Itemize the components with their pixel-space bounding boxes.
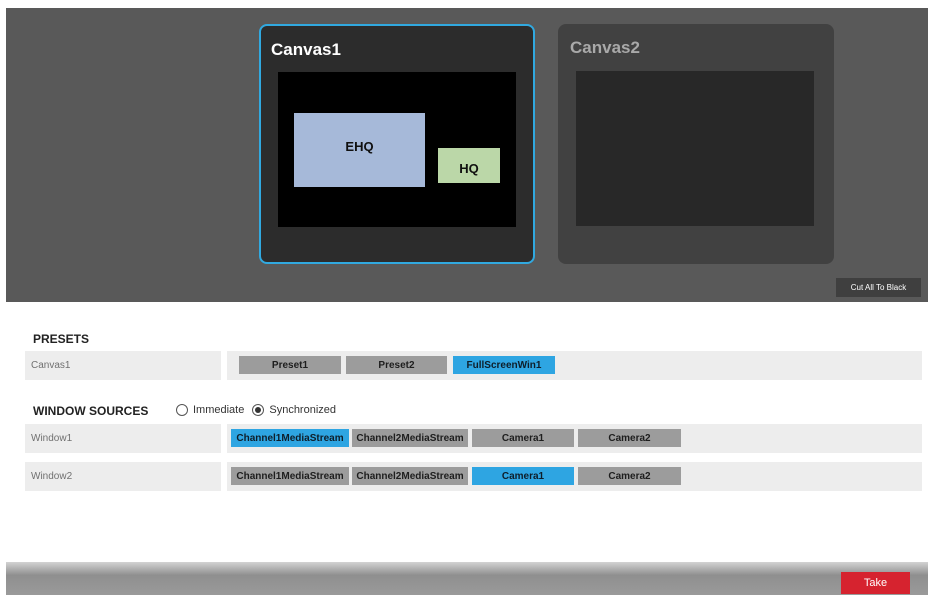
- canvas-title: Canvas1: [271, 40, 341, 59]
- source-button[interactable]: Camera1: [472, 429, 574, 447]
- window-ehq[interactable]: EHQ: [294, 113, 425, 187]
- radio-circle-icon[interactable]: [176, 404, 188, 416]
- window-hq[interactable]: HQ: [438, 148, 500, 183]
- cut-all-to-black-button[interactable]: Cut All To Black: [836, 278, 921, 297]
- canvas-card-1[interactable]: Canvas1 EHQ HQ: [259, 24, 535, 264]
- canvas-preview-area: Canvas1 EHQ HQ Canvas2 Cut All To Black: [6, 8, 928, 302]
- radio-checked-icon[interactable]: [252, 404, 265, 416]
- presets-heading: PRESETS: [33, 332, 90, 346]
- source-button[interactable]: Channel2MediaStream: [352, 467, 468, 485]
- source-button[interactable]: Camera2: [578, 429, 681, 447]
- source-button[interactable]: Channel2MediaStream: [352, 429, 468, 447]
- source-button[interactable]: Channel1MediaStream: [231, 467, 349, 485]
- canvas-title: Canvas2: [570, 38, 640, 57]
- preset-button-selected[interactable]: FullScreenWin1: [453, 356, 555, 374]
- take-button[interactable]: Take: [841, 572, 910, 594]
- window-label: EHQ: [345, 138, 374, 154]
- radio-synchronized[interactable]: Synchronized: [252, 404, 336, 416]
- source-button-selected[interactable]: Camera1: [472, 467, 574, 485]
- window1-sources-row: Channel1MediaStream Channel2MediaStream …: [227, 424, 922, 453]
- cut-all-label: Cut All To Black: [850, 283, 907, 292]
- presets-row: Preset1 Preset2 FullScreenWin1: [227, 351, 922, 380]
- window-label: HQ: [459, 161, 479, 176]
- presets-row-label: Canvas1: [25, 351, 221, 380]
- radio-label: Immediate: [193, 404, 245, 416]
- source-button[interactable]: Camera2: [578, 467, 681, 485]
- take-label: Take: [863, 577, 888, 589]
- preset-button[interactable]: Preset2: [346, 356, 447, 374]
- source-button-selected[interactable]: Channel1MediaStream: [231, 429, 349, 447]
- window-row-label: Window2: [25, 462, 221, 491]
- radio-label: Synchronized: [269, 404, 337, 416]
- canvas-card-2[interactable]: Canvas2: [558, 24, 834, 264]
- canvas-screen: EHQ HQ: [278, 72, 516, 227]
- radio-immediate[interactable]: Immediate: [176, 404, 244, 416]
- canvas-screen: [576, 71, 814, 226]
- preset-button[interactable]: Preset1: [239, 356, 341, 374]
- bottom-toolbar: Take: [6, 562, 928, 595]
- sync-mode-radio-group: Immediate Synchronized: [176, 404, 344, 416]
- app-frame: Canvas1 EHQ HQ Canvas2 Cut All To Black …: [6, 8, 928, 595]
- window2-sources-row: Channel1MediaStream Channel2MediaStream …: [227, 462, 922, 491]
- window-sources-heading: WINDOW SOURCES: [33, 404, 149, 418]
- window-row-label: Window1: [25, 424, 221, 453]
